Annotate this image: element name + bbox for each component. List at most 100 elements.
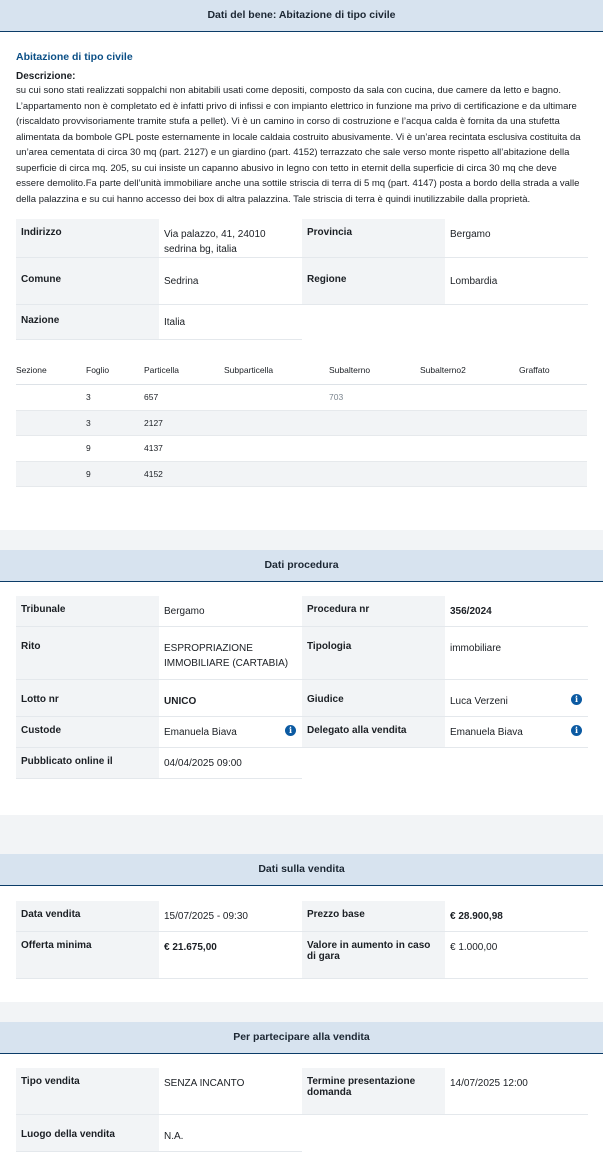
prezzo-base-value: € 28.900,98 [445,901,588,932]
cell-subparticella [224,435,329,462]
cell-foglio: 3 [86,384,144,411]
cell-graffato [519,435,587,462]
cell-graffato [519,384,587,411]
cell-foglio: 3 [86,410,144,436]
vendita-grid: Data vendita 15/07/2025 - 09:30 Prezzo b… [16,901,588,979]
offerta-minima-value: € 21.675,00 [159,932,302,979]
regione-label: Regione [302,258,445,305]
tipologia-value: immobiliare [445,627,588,680]
comune-value: Sedrina [159,258,302,305]
cell-sezione [16,461,86,487]
section-header: Dati procedura [0,550,603,582]
section-header: Per partecipare alla vendita [0,1022,603,1054]
cell-particella: 4152 [144,461,224,487]
cell-subalterno2 [420,410,519,436]
offerta-minima-label: Offerta minima [16,932,159,979]
giudice-value: Luca Verzeni i [445,680,588,717]
tribunale-label: Tribunale [16,596,159,627]
lotto-value: UNICO [159,680,302,717]
cell-subalterno [329,410,420,436]
col-graffato: Graffato [519,358,587,385]
info-circle-icon[interactable]: i [571,694,582,705]
tipologia-label: Tipologia [302,627,445,680]
delegato-label: Delegato alla vendita [302,717,445,748]
table-row: 3 657 703 [16,384,587,411]
custode-value: Emanuela Biava i [159,717,302,748]
info-circle-icon[interactable]: i [285,725,296,736]
rito-line2: IMMOBILIARE (CARTABIA) [164,658,289,669]
section-dati-bene: Dati del bene: Abitazione di tipo civile… [0,0,603,530]
aumento-label: Valore in aumento in caso di gara [302,932,445,979]
nazione-value: Italia [159,305,302,340]
section-dati-vendita: Dati sulla vendita Data vendita 15/07/20… [0,854,603,1002]
cell-subalterno2 [420,384,519,411]
cell-foglio: 9 [86,461,144,487]
section-header: Dati del bene: Abitazione di tipo civile [0,0,603,32]
cell-particella: 2127 [144,410,224,436]
info-circle-icon[interactable]: i [571,725,582,736]
rito-line1: ESPROPRIAZIONE [164,643,253,654]
tipo-vendita-label: Tipo vendita [16,1068,159,1115]
cell-subalterno: 703 [329,384,420,411]
cell-subalterno [329,435,420,462]
giudice-name: Luca Verzeni [450,696,508,707]
data-vendita-label: Data vendita [16,901,159,932]
cadastral-table: Sezione Foglio Particella Subparticella … [16,358,587,487]
delegato-name: Emanuela Biava [450,727,523,738]
termine-label-line2: domanda [307,1087,352,1098]
col-subalterno: Subalterno [329,358,420,385]
indirizzo-line1: Via palazzo, 41, 24010 [164,229,266,240]
provincia-label: Provincia [302,219,445,258]
provincia-value: Bergamo [445,219,588,258]
cell-sezione [16,435,86,462]
tipo-vendita-value: SENZA INCANTO [159,1068,302,1115]
cell-subalterno2 [420,461,519,487]
termine-label-line1: Termine presentazione [307,1076,416,1087]
aumento-label-line1: Valore in aumento in caso [307,940,431,951]
section-header: Dati sulla vendita [0,854,603,886]
table-row: 9 4152 [16,461,587,487]
pubblicato-label: Pubblicato online il [16,748,159,779]
procedura-label: Procedura nr [302,596,445,627]
col-subalterno2: Subalterno2 [420,358,519,385]
rito-value: ESPROPRIAZIONE IMMOBILIARE (CARTABIA) [159,627,302,680]
cell-sezione [16,384,86,411]
cell-subparticella [224,384,329,411]
section-gap [0,530,603,550]
cell-subalterno2 [420,435,519,462]
cell-subparticella [224,461,329,487]
regione-value: Lombardia [445,258,588,305]
giudice-label: Giudice [302,680,445,717]
section-gap [0,1002,603,1022]
property-title: Abitazione di tipo civile [16,51,133,63]
tribunale-value: Bergamo [159,596,302,627]
col-foglio: Foglio [86,358,144,385]
custode-label: Custode [16,717,159,748]
pubblicato-value: 04/04/2025 09:00 [159,748,302,779]
cell-graffato [519,410,587,436]
comune-label: Comune [16,258,159,305]
aumento-label-line2: di gara [307,951,340,962]
custode-name: Emanuela Biava [164,727,237,738]
termine-label: Termine presentazione domanda [302,1068,445,1115]
luogo-label: Luogo della vendita [16,1115,159,1152]
col-subparticella: Subparticella [224,358,329,385]
cell-foglio: 9 [86,435,144,462]
cell-sezione [16,410,86,436]
cell-particella: 4137 [144,435,224,462]
cadastral-header-row: Sezione Foglio Particella Subparticella … [16,358,587,385]
indirizzo-value: Via palazzo, 41, 24010 sedrina bg, itali… [159,219,302,258]
data-vendita-value: 15/07/2025 - 09:30 [159,901,302,932]
section-dati-procedura: Dati procedura Tribunale Bergamo Procedu… [0,550,603,815]
table-row: 9 4137 [16,435,587,462]
cell-particella: 657 [144,384,224,411]
section-partecipare: Per partecipare alla vendita Tipo vendit… [0,1022,603,1170]
cell-subparticella [224,410,329,436]
cell-subalterno [329,461,420,487]
indirizzo-label: Indirizzo [16,219,159,258]
prezzo-base-label: Prezzo base [302,901,445,932]
table-row: 3 2127 [16,410,587,436]
col-particella: Particella [144,358,224,385]
description-text: su cui sono stati realizzati soppalchi n… [16,85,581,205]
rito-label: Rito [16,627,159,680]
